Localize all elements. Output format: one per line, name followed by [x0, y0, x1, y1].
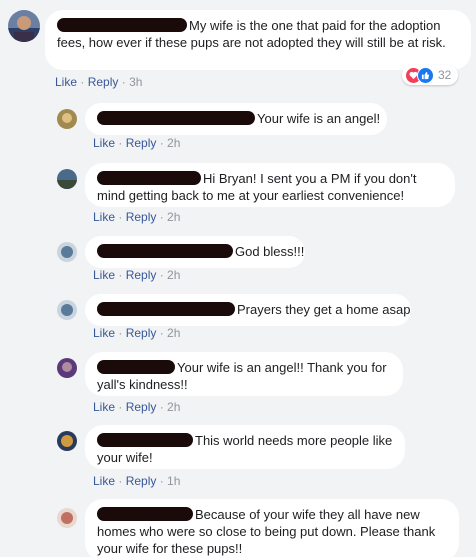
- timestamp[interactable]: 2h: [167, 326, 180, 340]
- reply-link[interactable]: Reply: [126, 268, 157, 282]
- like-icon: [417, 66, 434, 84]
- reply-actions: Like · Reply · 2h: [93, 210, 181, 224]
- reply-text: God bless!!!: [235, 244, 305, 259]
- redacted-name[interactable]: [97, 244, 233, 258]
- reply-actions: Like · Reply · 2h: [93, 268, 181, 282]
- timestamp[interactable]: 2h: [167, 210, 180, 224]
- like-link[interactable]: Like: [93, 474, 115, 488]
- redacted-name[interactable]: [97, 360, 175, 374]
- redacted-name[interactable]: [57, 18, 187, 32]
- commenter-avatar[interactable]: [8, 10, 40, 42]
- reply-bubble: Hi Bryan! I sent you a PM if you don't m…: [85, 163, 455, 207]
- timestamp[interactable]: 1h: [167, 474, 180, 488]
- redacted-name[interactable]: [97, 171, 201, 185]
- like-link[interactable]: Like: [93, 136, 115, 150]
- timestamp[interactable]: 2h: [167, 136, 180, 150]
- reply-text: Your wife is an angel!: [257, 111, 381, 126]
- reply-avatar[interactable]: [57, 242, 77, 262]
- reply-bubble: Prayers they get a home asap: [85, 294, 411, 326]
- redacted-name[interactable]: [97, 433, 193, 447]
- timestamp[interactable]: 2h: [167, 268, 180, 282]
- reply-avatar[interactable]: [57, 431, 77, 451]
- reply-actions: Like · Reply · 1h: [93, 474, 181, 488]
- timestamp[interactable]: 2h: [167, 400, 180, 414]
- reply-bubble: Your wife is an angel!: [85, 103, 387, 135]
- reply-avatar[interactable]: [57, 169, 77, 189]
- reply-text: Prayers they get a home asap: [237, 302, 411, 317]
- reply-link[interactable]: Reply: [126, 210, 157, 224]
- reactions-summary[interactable]: 32: [402, 65, 458, 85]
- reply-bubble: Your wife is an angel!! Thank you for ya…: [85, 352, 403, 396]
- comment-actions: Like · Reply · 3h: [55, 75, 143, 89]
- comment-thread: My wife is the one that paid for the ado…: [0, 0, 476, 557]
- reply-actions: Like · Reply · 2h: [93, 136, 181, 150]
- redacted-name[interactable]: [97, 507, 193, 521]
- like-link[interactable]: Like: [93, 268, 115, 282]
- like-link[interactable]: Like: [55, 75, 77, 89]
- redacted-name[interactable]: [97, 302, 235, 316]
- reply-avatar[interactable]: [57, 300, 77, 320]
- reply-link[interactable]: Reply: [126, 136, 157, 150]
- reply-bubble: God bless!!!: [85, 236, 305, 268]
- like-link[interactable]: Like: [93, 400, 115, 414]
- reply-link[interactable]: Reply: [126, 400, 157, 414]
- reply-avatar[interactable]: [57, 358, 77, 378]
- reply-link[interactable]: Reply: [126, 326, 157, 340]
- reply-avatar[interactable]: [57, 109, 77, 129]
- reply-actions: Like · Reply · 2h: [93, 400, 181, 414]
- like-link[interactable]: Like: [93, 210, 115, 224]
- reaction-count: 32: [438, 68, 452, 82]
- reply-actions: Like · Reply · 2h: [93, 326, 181, 340]
- redacted-name[interactable]: [97, 111, 255, 125]
- reply-bubble: Because of your wife they all have new h…: [85, 499, 459, 557]
- reply-avatar[interactable]: [57, 508, 77, 528]
- main-comment-bubble: My wife is the one that paid for the ado…: [45, 10, 471, 70]
- reply-bubble: This world needs more people like your w…: [85, 425, 405, 469]
- timestamp[interactable]: 3h: [129, 75, 142, 89]
- reply-link[interactable]: Reply: [88, 75, 119, 89]
- reply-link[interactable]: Reply: [126, 474, 157, 488]
- like-link[interactable]: Like: [93, 326, 115, 340]
